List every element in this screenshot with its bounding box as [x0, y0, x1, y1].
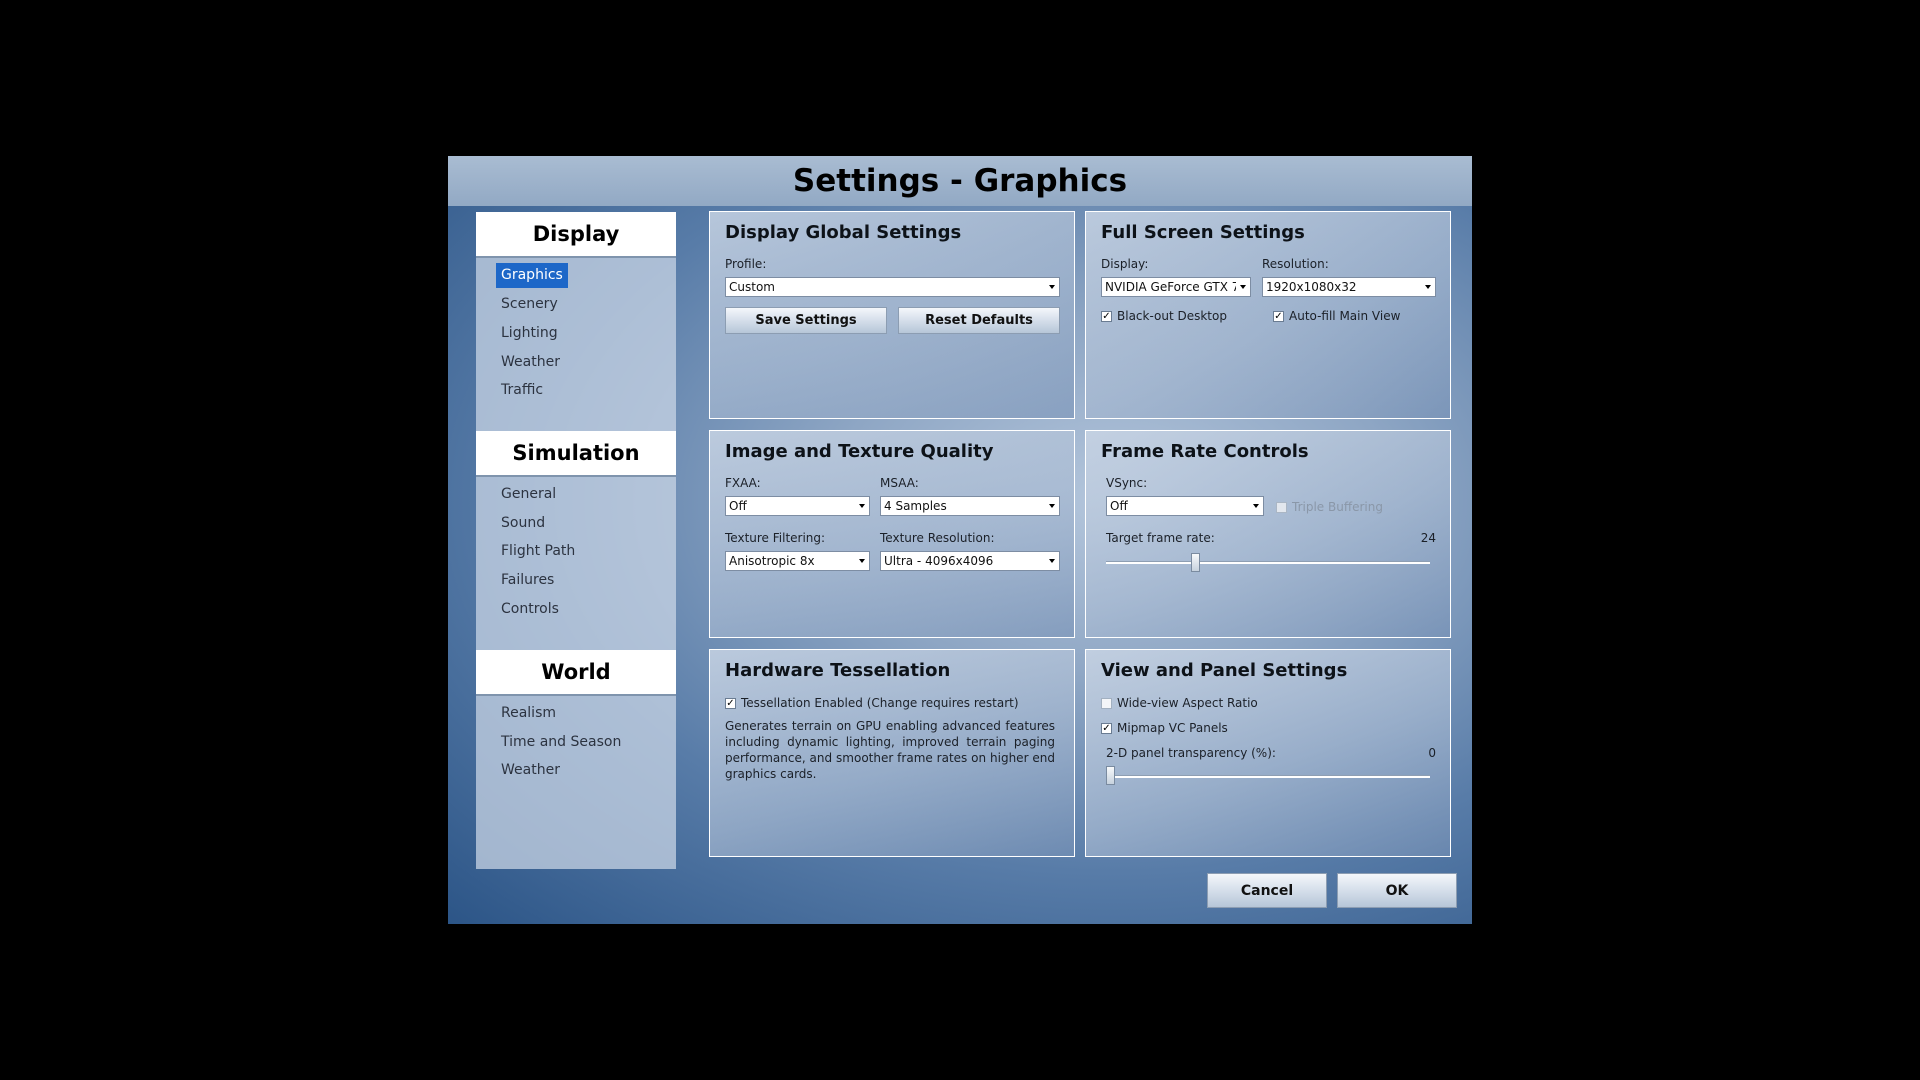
nav-header-display[interactable]: Display: [476, 212, 676, 258]
panel-transparency-slider-track[interactable]: [1106, 775, 1430, 778]
panel-title: Full Screen Settings: [1101, 222, 1305, 243]
ok-button[interactable]: OK: [1337, 873, 1457, 908]
panel-view-and-panel-settings: View and Panel Settings Wide-view Aspect…: [1085, 649, 1451, 857]
nav-item-sound[interactable]: Sound: [496, 511, 550, 536]
checkbox-box-icon: [1276, 501, 1287, 513]
tessellation-enabled-checkbox[interactable]: ✓ Tessellation Enabled (Change requires …: [725, 696, 1019, 710]
nav-item-controls[interactable]: Controls: [496, 597, 564, 622]
save-settings-button[interactable]: Save Settings: [725, 307, 887, 334]
panel-title: Frame Rate Controls: [1101, 441, 1309, 462]
nav-section-display: Display Graphics Scenery Lighting Weathe…: [476, 212, 676, 431]
wide-view-aspect-checkbox[interactable]: Wide-view Aspect Ratio: [1101, 696, 1258, 710]
nav-list-simulation: General Sound Flight Path Failures Contr…: [476, 477, 676, 650]
dropdown-arrow-icon: [1049, 504, 1055, 508]
checkbox-box-icon: [1101, 697, 1112, 709]
nav-section-world: World Realism Time and Season Weather: [476, 650, 676, 869]
panel-display-global-settings: Display Global Settings Profile: Custom …: [709, 211, 1075, 419]
vsync-select[interactable]: Off: [1106, 496, 1264, 516]
display-select[interactable]: NVIDIA GeForce GTX 780: [1101, 277, 1251, 297]
nav-list-world: Realism Time and Season Weather: [476, 696, 676, 869]
vsync-label: VSync:: [1106, 476, 1148, 490]
nav-item-failures[interactable]: Failures: [496, 568, 559, 593]
checkmark-icon: ✓: [1101, 722, 1112, 734]
checkmark-icon: ✓: [1101, 310, 1112, 322]
nav-item-world-weather[interactable]: Weather: [496, 758, 565, 783]
dropdown-arrow-icon: [1425, 285, 1431, 289]
nav-section-simulation: Simulation General Sound Flight Path Fai…: [476, 431, 676, 650]
profile-select[interactable]: Custom: [725, 277, 1060, 297]
nav-list-display: Graphics Scenery Lighting Weather Traffi…: [476, 258, 676, 431]
mipmap-vc-panels-label: Mipmap VC Panels: [1117, 721, 1228, 735]
target-frame-rate-slider-thumb[interactable]: [1191, 553, 1201, 572]
nav-item-weather[interactable]: Weather: [496, 350, 565, 375]
panel-hardware-tessellation: Hardware Tessellation ✓ Tessellation Ena…: [709, 649, 1075, 857]
nav-item-general[interactable]: General: [496, 482, 561, 507]
wide-view-aspect-label: Wide-view Aspect Ratio: [1117, 696, 1258, 710]
fxaa-label: FXAA:: [725, 476, 761, 490]
msaa-label: MSAA:: [880, 476, 919, 490]
triple-buffering-label: Triple Buffering: [1292, 500, 1383, 514]
fxaa-select-value: Off: [729, 499, 747, 513]
settings-dialog: Settings - Graphics Display Graphics Sce…: [448, 156, 1472, 924]
dropdown-arrow-icon: [859, 504, 865, 508]
panel-transparency-value: 0: [1428, 746, 1436, 760]
msaa-select-value: 4 Samples: [884, 499, 947, 513]
dropdown-arrow-icon: [859, 559, 865, 563]
nav-item-traffic[interactable]: Traffic: [496, 378, 548, 403]
texture-resolution-label: Texture Resolution:: [880, 531, 995, 545]
texture-resolution-select[interactable]: Ultra - 4096x4096: [880, 551, 1060, 571]
dropdown-arrow-icon: [1253, 504, 1259, 508]
target-frame-rate-label: Target frame rate:: [1106, 531, 1215, 545]
panel-title: View and Panel Settings: [1101, 660, 1348, 681]
nav-item-realism[interactable]: Realism: [496, 701, 561, 726]
resolution-select-value: 1920x1080x32: [1266, 280, 1357, 294]
nav-item-scenery[interactable]: Scenery: [496, 292, 563, 317]
panel-full-screen-settings: Full Screen Settings Display: NVIDIA GeF…: [1085, 211, 1451, 419]
mipmap-vc-panels-checkbox[interactable]: ✓ Mipmap VC Panels: [1101, 721, 1228, 735]
texture-filtering-label: Texture Filtering:: [725, 531, 826, 545]
display-label: Display:: [1101, 257, 1149, 271]
panel-title: Hardware Tessellation: [725, 660, 951, 681]
autofill-main-view-checkbox[interactable]: ✓ Auto-fill Main View: [1273, 309, 1400, 323]
profile-select-value: Custom: [729, 280, 775, 294]
dropdown-arrow-icon: [1240, 285, 1246, 289]
panel-title: Display Global Settings: [725, 222, 962, 243]
tessellation-description: Generates terrain on GPU enabling advanc…: [725, 719, 1055, 781]
texture-filtering-select[interactable]: Anisotropic 8x: [725, 551, 870, 571]
tessellation-enabled-label: Tessellation Enabled (Change requires re…: [741, 696, 1019, 710]
dialog-title: Settings - Graphics: [448, 156, 1472, 206]
nav-item-graphics[interactable]: Graphics: [496, 263, 568, 288]
reset-defaults-button[interactable]: Reset Defaults: [898, 307, 1060, 334]
checkmark-icon: ✓: [1273, 310, 1284, 322]
panel-title: Image and Texture Quality: [725, 441, 994, 462]
autofill-main-view-label: Auto-fill Main View: [1289, 309, 1401, 323]
profile-label: Profile:: [725, 257, 767, 271]
blackout-desktop-label: Black-out Desktop: [1117, 309, 1227, 323]
msaa-select[interactable]: 4 Samples: [880, 496, 1060, 516]
panel-image-texture-quality: Image and Texture Quality FXAA: Off MSAA…: [709, 430, 1075, 638]
triple-buffering-checkbox[interactable]: Triple Buffering: [1276, 500, 1383, 514]
panel-frame-rate-controls: Frame Rate Controls VSync: Off Triple Bu…: [1085, 430, 1451, 638]
nav-item-time-and-season[interactable]: Time and Season: [496, 730, 626, 755]
dropdown-arrow-icon: [1049, 559, 1055, 563]
nav-item-lighting[interactable]: Lighting: [496, 321, 563, 346]
nav-header-simulation[interactable]: Simulation: [476, 431, 676, 477]
texture-filtering-select-value: Anisotropic 8x: [729, 554, 815, 568]
panel-transparency-label: 2-D panel transparency (%):: [1106, 746, 1276, 760]
nav-header-world[interactable]: World: [476, 650, 676, 696]
checkmark-icon: ✓: [725, 697, 736, 709]
target-frame-rate-slider-track[interactable]: [1106, 561, 1430, 564]
texture-resolution-select-value: Ultra - 4096x4096: [884, 554, 994, 568]
resolution-select[interactable]: 1920x1080x32: [1262, 277, 1436, 297]
fxaa-select[interactable]: Off: [725, 496, 870, 516]
dropdown-arrow-icon: [1049, 285, 1055, 289]
vsync-select-value: Off: [1110, 499, 1128, 513]
blackout-desktop-checkbox[interactable]: ✓ Black-out Desktop: [1101, 309, 1227, 323]
target-frame-rate-value: 24: [1420, 531, 1436, 545]
display-select-value: NVIDIA GeForce GTX 780: [1105, 280, 1236, 294]
nav-item-flight-path[interactable]: Flight Path: [496, 539, 580, 564]
resolution-label: Resolution:: [1262, 257, 1329, 271]
panel-transparency-slider-thumb[interactable]: [1106, 766, 1115, 785]
cancel-button[interactable]: Cancel: [1207, 873, 1327, 908]
